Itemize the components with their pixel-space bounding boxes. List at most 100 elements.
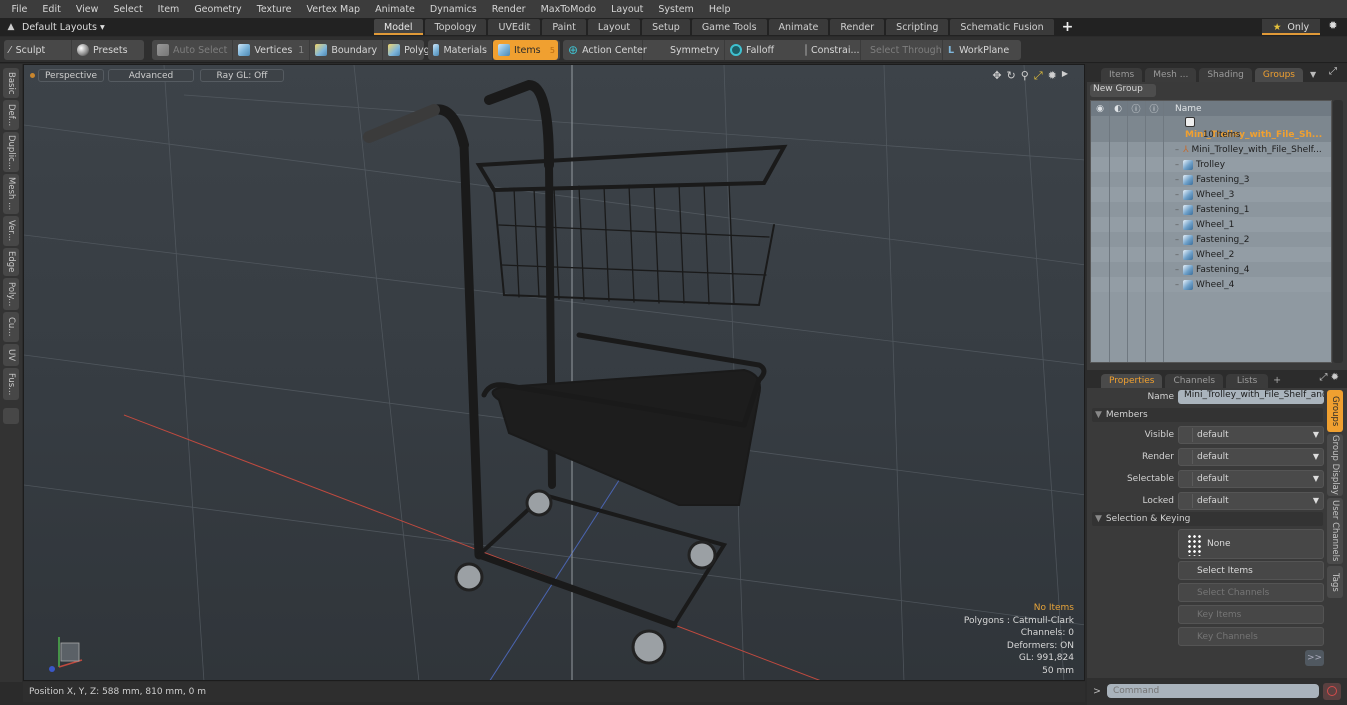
mesh-cube-icon: [1183, 159, 1193, 170]
tab-polygon[interactable]: Poly...: [3, 278, 19, 310]
maximize-icon[interactable]: ⤢: [1034, 69, 1043, 83]
menu-render[interactable]: Render: [484, 4, 533, 15]
add-tab-button[interactable]: +: [1056, 19, 1080, 35]
field-dropdown[interactable]: default ▼: [1178, 448, 1324, 466]
group-item-label: Wheel_3: [1196, 189, 1235, 200]
tab-mesh[interactable]: Mesh ...: [1145, 68, 1197, 82]
new-group-button[interactable]: New Group: [1090, 84, 1156, 97]
sculpt-button[interactable]: ⁄ Sculpt: [4, 40, 72, 60]
menu-layout[interactable]: Layout: [604, 4, 651, 15]
expand-panel-icon[interactable]: ⤢: [1329, 66, 1337, 77]
select-items-button[interactable]: Select Items: [1178, 561, 1324, 580]
tab-model[interactable]: Model: [374, 19, 423, 35]
properties-expand-icon[interactable]: ⤢ ✹: [1319, 372, 1339, 383]
tab-fusion[interactable]: Fus...: [3, 368, 19, 400]
zoom-icon[interactable]: ⚲: [1021, 69, 1029, 83]
field-dropdown[interactable]: default ▼: [1178, 470, 1324, 488]
field-dropdown[interactable]: default ▼: [1178, 492, 1324, 510]
materials-button[interactable]: Materials: [428, 40, 493, 60]
menu-animate[interactable]: Animate: [368, 4, 423, 15]
layout-up-icon[interactable]: ▲: [0, 22, 22, 32]
tab-scripting[interactable]: Scripting: [886, 19, 949, 35]
items-button[interactable]: Items 5: [493, 40, 558, 60]
auto-select-button[interactable]: Auto Select: [152, 40, 234, 60]
menu-texture[interactable]: Texture: [249, 4, 299, 15]
side-tab-user-channels[interactable]: User Channels: [1327, 498, 1343, 564]
tab-menu-arrow-icon[interactable]: ▼: [1310, 70, 1316, 79]
tab-basic[interactable]: Basic: [3, 68, 19, 98]
key-items-button[interactable]: Key Items: [1178, 605, 1324, 624]
tab-shading[interactable]: Shading: [1199, 68, 1252, 82]
members-section[interactable]: ▼ Members: [1092, 408, 1323, 422]
menu-maxtomodo[interactable]: MaxToModo: [533, 4, 604, 15]
menu-item[interactable]: Item: [150, 4, 187, 15]
menu-help[interactable]: Help: [701, 4, 738, 15]
menu-geometry[interactable]: Geometry: [187, 4, 249, 15]
tab-lists[interactable]: Lists: [1226, 374, 1269, 388]
record-button[interactable]: [1323, 683, 1341, 700]
menu-vertex-map[interactable]: Vertex Map: [299, 4, 368, 15]
add-properties-tab[interactable]: +: [1273, 375, 1281, 386]
menu-system[interactable]: System: [651, 4, 701, 15]
none-preset-button[interactable]: None: [1178, 529, 1324, 559]
tab-topology[interactable]: Topology: [424, 19, 487, 35]
constraints-button[interactable]: Constrai...: [793, 40, 861, 60]
tab-duplicate[interactable]: Duplic...: [3, 132, 19, 172]
key-channels-button[interactable]: Key Channels: [1178, 627, 1324, 646]
command-input[interactable]: [1107, 684, 1319, 698]
symmetry-button[interactable]: Symmetry: [643, 40, 725, 60]
only-toggle[interactable]: ★ Only: [1262, 19, 1320, 35]
side-tab-groups[interactable]: Groups: [1327, 390, 1343, 432]
tab-channels[interactable]: Channels: [1165, 374, 1224, 388]
tab-uv[interactable]: UV: [3, 344, 19, 366]
tab-animate[interactable]: Animate: [768, 19, 829, 35]
side-tab-group-display[interactable]: Group Display: [1327, 434, 1343, 496]
rotate-icon[interactable]: ↻: [1007, 69, 1016, 83]
workplane-button[interactable]: L WorkPlane: [943, 40, 1014, 60]
boundary-button[interactable]: Boundary: [310, 40, 384, 60]
perspective-button[interactable]: Perspective: [38, 69, 104, 82]
select-channels-button[interactable]: Select Channels: [1178, 583, 1324, 602]
tab-paint[interactable]: Paint: [542, 19, 586, 35]
tab-uvedit[interactable]: UVEdit: [488, 19, 541, 35]
tab-items[interactable]: Items: [1101, 68, 1143, 82]
menu-edit[interactable]: Edit: [35, 4, 68, 15]
default-layouts-dropdown[interactable]: Default Layouts ▾: [22, 22, 374, 33]
menu-view[interactable]: View: [68, 4, 106, 15]
tab-vertex[interactable]: Ver...: [3, 216, 19, 246]
tab-layout[interactable]: Layout: [587, 19, 641, 35]
raygl-button[interactable]: Ray GL: Off: [200, 69, 284, 82]
tab-game-tools[interactable]: Game Tools: [691, 19, 767, 35]
advanced-button[interactable]: Advanced: [108, 69, 194, 82]
name-field[interactable]: Mini_Trolley_with_File_Shelf_and_: [1178, 390, 1324, 404]
more-button[interactable]: >>: [1305, 650, 1324, 666]
tab-groups[interactable]: Groups: [1254, 68, 1303, 82]
tab-setup[interactable]: Setup: [642, 19, 690, 35]
viewport-gear-icon[interactable]: ✹: [1048, 69, 1057, 83]
falloff-button[interactable]: Falloff: [725, 40, 793, 60]
3d-viewport[interactable]: Perspective Advanced Ray GL: Off ✥ ↻ ⚲ ⤢…: [23, 64, 1085, 681]
viewport-menu-dot[interactable]: [30, 73, 35, 78]
tab-schematic-fusion[interactable]: Schematic Fusion: [950, 19, 1054, 35]
tab-deform[interactable]: Def...: [3, 100, 19, 130]
tab-edge[interactable]: Edge: [3, 248, 19, 276]
groups-scrollbar[interactable]: [1333, 100, 1343, 363]
viewport-arrow-icon[interactable]: ▶: [1062, 69, 1068, 83]
tab-properties[interactable]: Properties: [1101, 374, 1163, 388]
select-through-button[interactable]: Select Through: [861, 40, 943, 60]
selection-keying-section[interactable]: ▼ Selection & Keying: [1092, 512, 1323, 526]
tab-mesh-edit[interactable]: Mesh ...: [3, 174, 19, 214]
tab-extra[interactable]: [3, 408, 19, 424]
side-tab-tags[interactable]: Tags: [1327, 566, 1343, 598]
menu-dynamics[interactable]: Dynamics: [422, 4, 484, 15]
pan-icon[interactable]: ✥: [992, 69, 1001, 83]
menu-file[interactable]: File: [4, 4, 35, 15]
action-center-button[interactable]: ⊕ Action Center: [563, 40, 647, 60]
menu-select[interactable]: Select: [106, 4, 150, 15]
gear-icon[interactable]: ✹: [1322, 19, 1344, 35]
vertices-button[interactable]: Vertices 1: [233, 40, 311, 60]
presets-button[interactable]: Presets: [72, 40, 133, 60]
tab-render[interactable]: Render: [830, 19, 885, 35]
field-dropdown[interactable]: default ▼: [1178, 426, 1324, 444]
tab-curve[interactable]: Cu...: [3, 312, 19, 342]
